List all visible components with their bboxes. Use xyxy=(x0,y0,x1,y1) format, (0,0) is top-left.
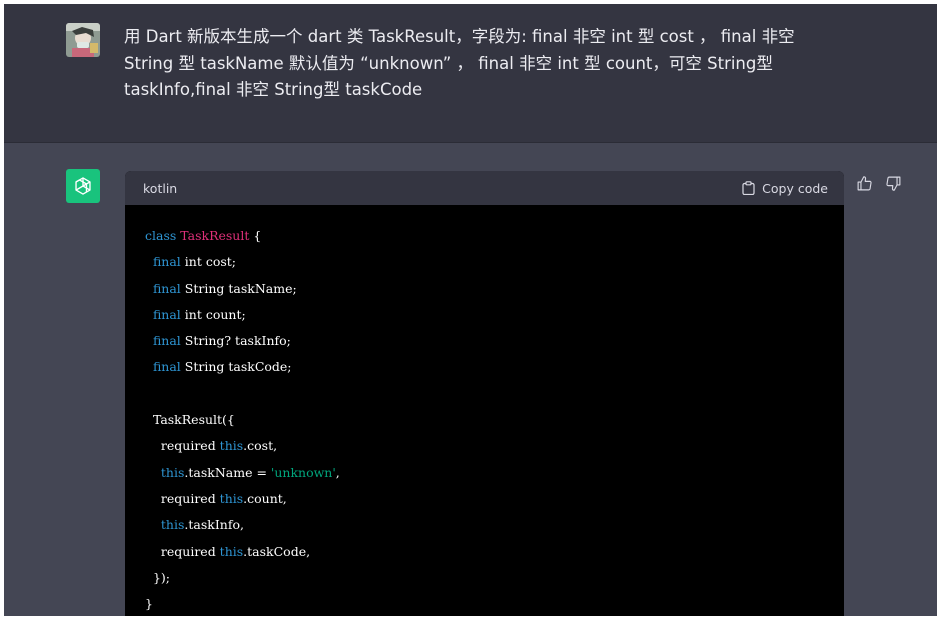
user-avatar xyxy=(66,23,100,57)
code-line: required this.cost, xyxy=(145,433,824,459)
user-message-text: 用 Dart 新版本生成一个 dart 类 TaskResult，字段为: fi… xyxy=(124,24,844,104)
code-token: TaskResult({ xyxy=(145,412,235,428)
code-language-label: kotlin xyxy=(143,180,178,196)
code-line: class TaskResult { xyxy=(145,223,824,249)
code-token: 'unknown' xyxy=(270,464,336,480)
code-token: .cost, xyxy=(243,438,278,454)
code-token: int count; xyxy=(180,306,246,322)
code-token: String? taskInfo; xyxy=(180,333,291,349)
copy-code-button[interactable]: Copy code xyxy=(742,181,828,196)
code-token: final xyxy=(152,359,181,375)
user-message-line: String 型 taskName 默认值为 “unknown” ， final… xyxy=(124,53,773,73)
code-token: this xyxy=(219,543,244,559)
thumbs-up-button[interactable] xyxy=(856,175,873,196)
code-token: { xyxy=(249,228,262,243)
code-token: .taskInfo, xyxy=(184,517,244,533)
assistant-avatar xyxy=(66,169,100,203)
code-token: , xyxy=(335,464,340,480)
code-block-header: kotlin Copy code xyxy=(125,171,844,205)
code-token: this xyxy=(160,464,185,480)
code-line: final String? taskInfo; xyxy=(145,328,824,354)
code-line: this.taskName = 'unknown', xyxy=(145,460,824,486)
clipboard-icon xyxy=(742,181,755,195)
code-line: required this.count, xyxy=(145,486,824,512)
code-token: }); xyxy=(145,569,170,585)
thumbs-down-button[interactable] xyxy=(885,175,902,196)
thumbs-up-icon xyxy=(857,176,872,191)
code-token: int cost; xyxy=(180,254,236,270)
feedback-buttons xyxy=(856,175,902,196)
code-token: .taskCode, xyxy=(243,543,311,559)
openai-logo-icon xyxy=(75,177,91,195)
code-block: kotlin Copy code class TaskResult { fina… xyxy=(125,171,844,616)
user-message-row: 用 Dart 新版本生成一个 dart 类 TaskResult，字段为: fi… xyxy=(4,4,937,143)
code-line: final int cost; xyxy=(145,249,824,275)
code-token: TaskResult xyxy=(180,228,250,243)
user-avatar-image xyxy=(66,23,100,57)
code-token: String taskCode; xyxy=(180,359,292,375)
thumbs-down-icon xyxy=(886,176,901,191)
code-token: class xyxy=(145,228,181,243)
code-token: final xyxy=(152,306,181,322)
code-line: required this.taskCode, xyxy=(145,539,824,565)
user-message-line: 用 Dart 新版本生成一个 dart 类 TaskResult，字段为: fi… xyxy=(124,27,795,46)
code-line: final String taskName; xyxy=(145,276,824,302)
code-token: .count, xyxy=(243,490,287,506)
code-line: TaskResult({ xyxy=(145,407,824,433)
assistant-message-row: kotlin Copy code class TaskResult { fina… xyxy=(4,143,937,616)
code-line: final String taskCode; xyxy=(145,354,824,380)
code-token: final xyxy=(152,333,181,349)
code-token: final xyxy=(152,280,181,296)
chat-transcript: 用 Dart 新版本生成一个 dart 类 TaskResult，字段为: fi… xyxy=(4,4,937,616)
code-token: this xyxy=(219,438,244,454)
code-token: this xyxy=(160,517,185,533)
code-token: .taskName = xyxy=(184,464,271,480)
user-message-line: taskInfo,final 非空 String型 taskCode xyxy=(124,80,423,99)
code-token: required xyxy=(145,490,220,506)
code-line: } xyxy=(145,591,824,616)
code-line: }); xyxy=(145,565,824,591)
copy-code-label: Copy code xyxy=(762,180,828,196)
code-line: this.taskInfo, xyxy=(145,512,824,538)
code-token: this xyxy=(219,490,244,506)
code-line: final int count; xyxy=(145,302,824,328)
code-token: required xyxy=(145,438,220,454)
code-token: String taskName; xyxy=(180,280,297,296)
code-token: final xyxy=(152,254,181,270)
code-content: class TaskResult { final int cost; final… xyxy=(125,205,844,616)
code-token: required xyxy=(145,543,220,559)
code-token: } xyxy=(145,596,153,612)
